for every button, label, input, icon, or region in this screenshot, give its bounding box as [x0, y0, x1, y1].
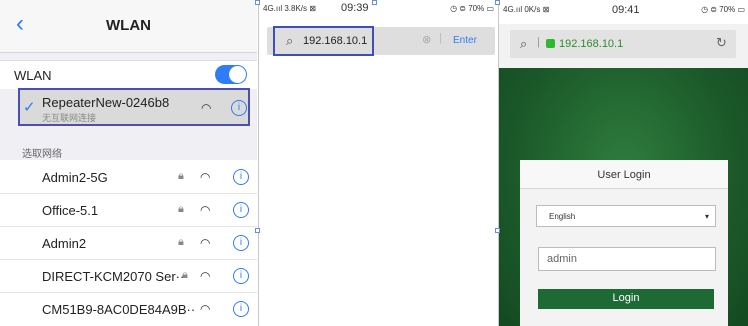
browser-toolbar: ⌕ | 192.168.10.1 ↻	[499, 24, 748, 68]
url-input[interactable]: 192.168.10.1	[303, 35, 367, 47]
caret-down-icon: ▾	[704, 212, 709, 221]
reload-icon[interactable]: ↻	[716, 35, 727, 51]
wifi-icon: ◠	[201, 101, 212, 115]
info-icon[interactable]: i	[233, 301, 249, 317]
lock-icon: 🔒︎	[178, 203, 184, 215]
wlan-toggle[interactable]	[215, 65, 247, 84]
wlan-label: WLAN	[14, 68, 52, 83]
url-bar[interactable]: ⌕ | 192.168.10.1 ↻	[510, 30, 736, 58]
wlan-settings-screen: ‹ WLAN WLAN ✓ RepeaterNew-0246b8 无互联网连接 …	[0, 0, 257, 326]
wifi-icon: ◠	[200, 170, 211, 184]
page-title: WLAN	[106, 17, 151, 34]
network-name: Admin2	[42, 236, 87, 251]
language-value: English	[549, 212, 576, 221]
lock-icon: 🔒︎	[182, 269, 188, 281]
router-login-screen: 4G.ııl 0K/s ⊠ 09:41 ◷ ⊜ 70% ▭ ⌕ | 192.16…	[498, 0, 748, 326]
lock-icon: 🔒︎	[178, 170, 184, 182]
network-name: Admin2-5G	[42, 170, 108, 185]
wlan-toggle-row: WLAN	[0, 60, 257, 89]
info-icon[interactable]: i	[233, 268, 249, 284]
info-icon[interactable]: i	[233, 202, 249, 218]
language-select[interactable]: English ▾	[536, 205, 716, 227]
status-right: ◷ ⊜ 70% ▭	[701, 5, 745, 14]
username-input[interactable]: admin	[538, 247, 716, 271]
login-button[interactable]: Login	[538, 289, 714, 309]
search-icon: ⌕	[520, 36, 528, 51]
wifi-icon: ◠	[200, 203, 211, 217]
list-item[interactable]: Admin2 🔒︎ ◠ i	[0, 226, 257, 260]
status-time: 09:39	[341, 2, 369, 14]
navigation-bar: ‹ WLAN	[0, 0, 257, 53]
checkmark-icon: ✓	[23, 99, 36, 116]
section-header: 选取网络	[22, 149, 62, 160]
resize-handle[interactable]	[255, 0, 260, 5]
login-title: User Login	[597, 169, 651, 181]
status-right: ◷ ⊜ 70% ▭	[450, 4, 494, 13]
connection-status: 无互联网连接	[42, 113, 97, 123]
wifi-icon: ◠	[200, 269, 211, 283]
username-value: admin	[547, 253, 577, 265]
divider: |	[537, 36, 540, 48]
status-bar: 4G.ııl 0K/s ⊠ 09:41 ◷ ⊜ 70% ▭	[499, 0, 748, 20]
lock-icon: 🔒︎	[178, 236, 184, 248]
resize-handle[interactable]	[495, 0, 500, 5]
network-name: DIRECT-KCM2070 Ser··	[42, 269, 185, 284]
secure-shield-icon	[546, 39, 555, 48]
list-item[interactable]: Office-5.1 🔒︎ ◠ i	[0, 193, 257, 227]
wifi-icon: ◠	[200, 302, 211, 316]
toggle-knob	[229, 66, 246, 83]
resize-handle[interactable]	[255, 228, 260, 233]
status-left: 4G.ııl 0K/s ⊠	[503, 5, 550, 14]
browser-url-entry-screen: 4G.ııl 3.8K/s ⊠ 09:39 ◷ ⊜ 70% ▭ ⌕ 192.16…	[258, 0, 498, 326]
status-left: 4G.ııl 3.8K/s ⊠	[263, 4, 316, 13]
status-bar: 4G.ııl 3.8K/s ⊠ 09:39 ◷ ⊜ 70% ▭	[259, 0, 498, 20]
resize-handle[interactable]	[495, 228, 500, 233]
list-item[interactable]: DIRECT-KCM2070 Ser·· 🔒︎ ◠ i	[0, 259, 257, 293]
network-name: Office-5.1	[42, 203, 99, 218]
connected-network-row[interactable]: ✓ RepeaterNew-0246b8 无互联网连接 ◠ i	[18, 88, 250, 126]
info-icon[interactable]: i	[233, 235, 249, 251]
list-item[interactable]: Admin2-5G 🔒︎ ◠ i	[0, 160, 257, 194]
enter-button[interactable]: Enter	[453, 35, 477, 46]
wifi-icon: ◠	[200, 236, 211, 250]
connected-ssid: RepeaterNew-0246b8	[42, 95, 170, 110]
divider: |	[439, 32, 442, 44]
login-card-header: User Login	[520, 160, 728, 189]
info-icon[interactable]: i	[233, 169, 249, 185]
info-icon[interactable]: i	[231, 100, 247, 116]
url-display[interactable]: 192.168.10.1	[559, 38, 623, 50]
resize-handle[interactable]	[372, 0, 377, 5]
login-button-label: Login	[612, 292, 640, 304]
network-name: CM51B9-8AC0DE84A9B··	[42, 302, 196, 317]
clear-icon[interactable]: ⊗	[422, 33, 431, 46]
list-item[interactable]: CM51B9-8AC0DE84A9B·· ◠ i	[0, 292, 257, 325]
network-list: Admin2-5G 🔒︎ ◠ i Office-5.1 🔒︎ ◠ i Admin…	[0, 160, 257, 326]
status-time: 09:41	[612, 4, 640, 16]
login-card: User Login English ▾ admin Login	[520, 160, 728, 326]
search-icon: ⌕	[286, 33, 294, 48]
